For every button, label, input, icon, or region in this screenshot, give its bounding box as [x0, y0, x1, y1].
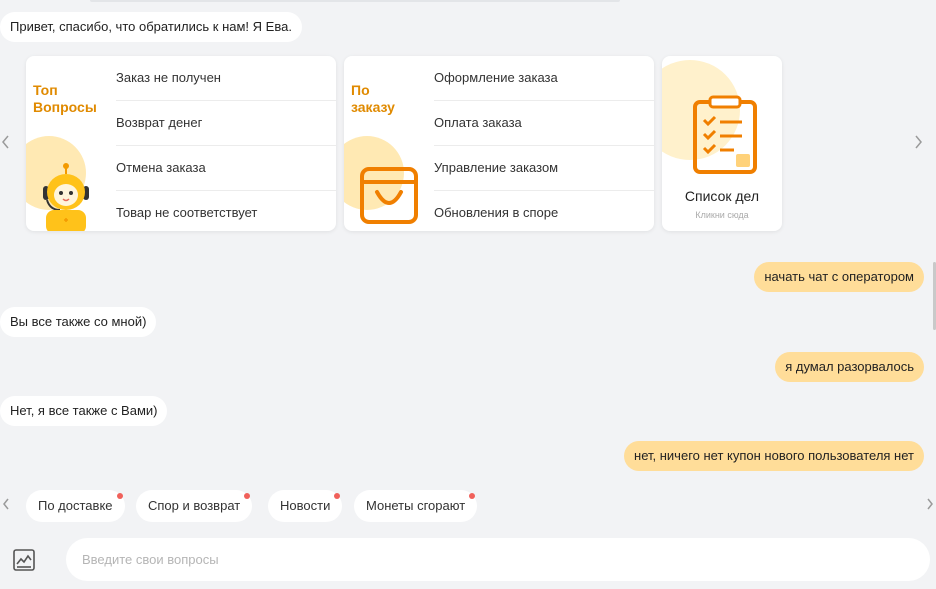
bot-message-greeting: Привет, спасибо, что обратились к нам! Я…: [0, 12, 302, 42]
chevron-left-icon: [2, 135, 9, 149]
carousel-next-button[interactable]: [914, 134, 924, 154]
top-questions-list: Заказ не получен Возврат денег Отмена за…: [116, 56, 336, 231]
image-chart-icon: [13, 549, 35, 571]
carousel-prev-button[interactable]: [0, 134, 10, 154]
chips-next-button[interactable]: [926, 496, 936, 516]
chip-coins-expire[interactable]: Монеты сгорают: [354, 490, 478, 522]
user-message: я думал разорвалось: [775, 352, 924, 382]
chevron-right-icon: [927, 498, 933, 510]
top-question-item[interactable]: Возврат денег: [116, 101, 336, 146]
notification-dot: [244, 493, 251, 499]
chip-news[interactable]: Новости: [268, 490, 343, 522]
card-order-title: По заказу: [351, 82, 395, 115]
shopping-bag-icon: [360, 167, 418, 224]
order-question-item[interactable]: Оформление заказа: [434, 56, 654, 101]
card-todo-list[interactable]: Список дел Кликни сюда: [662, 56, 782, 231]
user-message: нет, ничего нет купон нового пользовател…: [624, 441, 924, 471]
order-question-item[interactable]: Обновления в споре: [434, 191, 654, 231]
bot-message: Вы все также со мной): [0, 307, 157, 337]
message-input-wrapper: [66, 538, 930, 581]
notification-dot: [469, 493, 476, 499]
previous-message-edge: [90, 0, 620, 2]
card-top-title: Топ Вопросы: [33, 82, 97, 115]
top-question-item[interactable]: Отмена заказа: [116, 146, 336, 191]
image-upload-button[interactable]: [12, 548, 36, 572]
notification-dot: [334, 493, 341, 499]
clipboard-checklist-icon: [693, 95, 757, 174]
order-question-item[interactable]: Оплата заказа: [434, 101, 654, 146]
order-questions-list: Оформление заказа Оплата заказа Управлен…: [434, 56, 654, 231]
chevron-left-icon: [3, 498, 9, 510]
robot-mascot-icon: [43, 163, 89, 231]
bot-message: Нет, я все также с Вами): [0, 396, 168, 426]
card-top-questions: Топ Вопросы Заказ не получен Возврат ден…: [26, 56, 336, 231]
message-input[interactable]: [66, 538, 918, 581]
chip-delivery[interactable]: По доставке: [26, 490, 125, 522]
card-order: По заказу Оформление заказа Оплата заказ…: [344, 56, 654, 231]
todo-label: Список дел: [684, 188, 760, 204]
todo-sublabel: Кликни сюда: [695, 210, 749, 220]
order-question-item[interactable]: Управление заказом: [434, 146, 654, 191]
chevron-right-icon: [915, 135, 922, 149]
chip-dispute-return[interactable]: Спор и возврат: [136, 490, 253, 522]
top-question-item[interactable]: Заказ не получен: [116, 56, 336, 101]
user-message: начать чат с оператором: [754, 262, 924, 292]
top-question-item[interactable]: Товар не соответствует: [116, 191, 336, 231]
notification-dot: [116, 493, 123, 499]
chips-prev-button[interactable]: [0, 496, 10, 516]
